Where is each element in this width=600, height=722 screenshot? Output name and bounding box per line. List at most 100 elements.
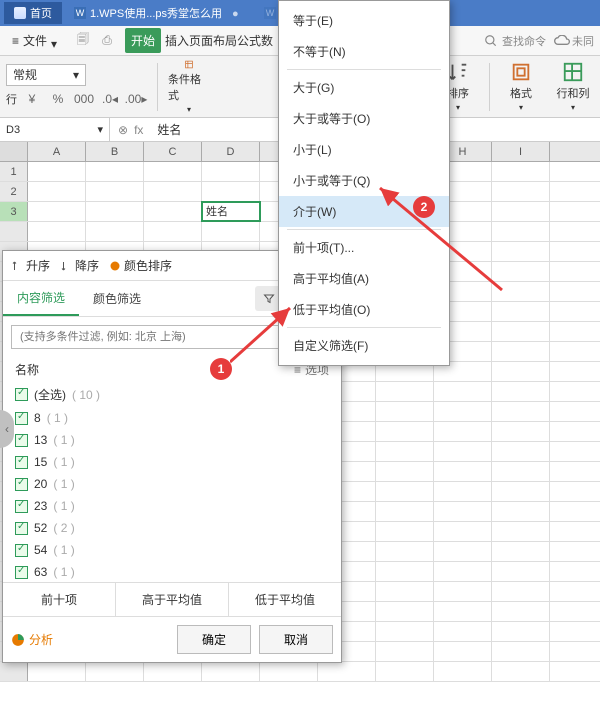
menu-item-greater-eq[interactable]: 大于或等于(O) (279, 103, 449, 134)
menu-item-equals[interactable]: 等于(E) (279, 5, 449, 36)
search-icon (484, 34, 498, 48)
filter-item-count: ( 1 ) (53, 543, 74, 557)
filter-item-count: ( 1 ) (53, 565, 74, 579)
save-icon[interactable]: 🗐 (73, 31, 93, 51)
filter-item[interactable]: 15 ( 1 ) (15, 451, 329, 473)
filter-item[interactable]: 13 ( 1 ) (15, 429, 329, 451)
annotation-arrow-2 (372, 180, 512, 300)
cancel-button[interactable]: 取消 (259, 625, 333, 654)
filter-item-label: 23 (34, 499, 47, 513)
checkbox-icon[interactable] (15, 500, 28, 513)
filter-item[interactable]: 52 ( 2 ) (15, 517, 329, 539)
tab-home[interactable]: 首页 (4, 2, 62, 24)
col-header[interactable]: A (28, 142, 86, 161)
select-all-corner[interactable] (0, 142, 28, 161)
checkbox-icon[interactable] (15, 544, 28, 557)
decrease-decimal-icon[interactable]: .0◂ (99, 88, 121, 110)
filter-item[interactable]: 23 ( 1 ) (15, 495, 329, 517)
filter-item-label: 54 (34, 543, 47, 557)
pie-icon (11, 633, 25, 647)
cloud-sync[interactable]: 未同 (554, 33, 594, 49)
checkbox-icon[interactable] (15, 388, 28, 401)
increase-decimal-icon[interactable]: .00▸ (125, 88, 147, 110)
comma-icon[interactable]: 000 (73, 88, 95, 110)
print-icon[interactable]: ⎙ (97, 31, 117, 51)
filter-item[interactable]: 54 ( 1 ) (15, 539, 329, 561)
filter-item-label: 63 (34, 565, 47, 579)
filter-item-label: 52 (34, 521, 47, 535)
cloud-icon (554, 35, 570, 47)
name-header: 名称 (15, 361, 39, 378)
active-cell[interactable]: 姓名 (202, 202, 260, 221)
menu-item-not-equals[interactable]: 不等于(N) (279, 36, 449, 67)
search-command[interactable]: 查找命令 (484, 33, 546, 49)
checkbox-icon[interactable] (15, 566, 28, 579)
filter-item-count: ( 10 ) (72, 388, 100, 402)
filter-item-count: ( 1 ) (53, 455, 74, 469)
stat-above-avg[interactable]: 高于平均值 (116, 583, 229, 616)
menu-item-greater[interactable]: 大于(G) (279, 72, 449, 103)
row-header[interactable]: 1 (0, 162, 28, 181)
filter-item[interactable]: (全选) ( 10 ) (15, 382, 329, 407)
analyze-button[interactable]: 分析 (11, 631, 53, 648)
chevron-down-icon: ▾ (187, 105, 191, 114)
tab-color-filter[interactable]: 颜色筛选 (79, 282, 155, 315)
annotation-arrow-1 (230, 302, 310, 372)
row-header[interactable]: 2 (0, 182, 28, 201)
cancel-fx-icon[interactable]: ⊗ (118, 123, 128, 137)
filter-item[interactable]: 20 ( 1 ) (15, 473, 329, 495)
filter-item[interactable]: 8 ( 1 ) (15, 407, 329, 429)
checkbox-icon[interactable] (15, 412, 28, 425)
close-icon[interactable]: ● (232, 8, 242, 18)
format-button[interactable]: 格式▾ (500, 60, 542, 114)
number-format-combo[interactable]: 常规▾ (6, 64, 86, 86)
sort-asc-button[interactable]: 升序 (11, 257, 50, 274)
sort-desc-button[interactable]: 降序 (60, 257, 99, 274)
col-header[interactable]: C (144, 142, 202, 161)
ok-button[interactable]: 确定 (177, 625, 251, 654)
chevron-down-icon: ▾ (51, 37, 59, 45)
chevron-down-icon: ▾ (73, 68, 79, 82)
conditional-format-button[interactable]: 条件格式▾ (168, 60, 210, 114)
color-sort-button[interactable]: 颜色排序 (109, 257, 172, 274)
filter-item-count: ( 1 ) (53, 433, 74, 447)
rowcol-button[interactable]: 行和列▾ (552, 60, 594, 114)
row-header[interactable]: 3 (0, 202, 28, 221)
stat-below-avg[interactable]: 低于平均值 (229, 583, 341, 616)
menu-item-less[interactable]: 小于(L) (279, 134, 449, 165)
rowcol-icon (562, 61, 584, 83)
col-header[interactable]: I (492, 142, 550, 161)
tab-content-filter[interactable]: 内容筛选 (3, 281, 79, 316)
filter-item-label: 20 (34, 477, 47, 491)
format-icon (510, 61, 532, 83)
word-icon: W (74, 7, 86, 19)
filter-item-label: 13 (34, 433, 47, 447)
sort-icon (447, 61, 469, 83)
sort-asc-icon (11, 260, 23, 272)
checkbox-icon[interactable] (15, 456, 28, 469)
filter-item[interactable]: 63 ( 1 ) (15, 561, 329, 582)
filter-item-count: ( 1 ) (53, 499, 74, 513)
filter-item-label: (全选) (34, 386, 66, 403)
annotation-badge-2: 2 (413, 196, 435, 218)
filter-item-label: 15 (34, 455, 47, 469)
stat-top10[interactable]: 前十项 (3, 583, 116, 616)
annotation-badge-1: 1 (210, 358, 232, 380)
percent-icon[interactable]: % (47, 88, 69, 110)
checkbox-icon[interactable] (15, 522, 28, 535)
name-box[interactable]: D3▾ (0, 118, 110, 141)
ribbon-tabs-rest[interactable]: 插入页面布局公式数 (163, 28, 275, 53)
fx-icon[interactable]: fx (134, 123, 143, 137)
checkbox-icon[interactable] (15, 434, 28, 447)
col-header[interactable]: B (86, 142, 144, 161)
file-menu-button[interactable]: ≡ 文件 ▾ (6, 30, 65, 51)
palette-icon (109, 260, 121, 272)
filter-item-list: (全选) ( 10 )8 ( 1 )13 ( 1 )15 ( 1 )20 ( 1… (3, 382, 341, 582)
tab-doc-1[interactable]: W1.WPS使用...ps秀堂怎么用● (64, 2, 252, 24)
chevron-down-icon: ▾ (97, 123, 103, 136)
home-icon (14, 7, 26, 19)
ribbon-tab-start[interactable]: 开始 (125, 28, 161, 53)
currency-icon[interactable]: ¥ (21, 88, 43, 110)
checkbox-icon[interactable] (15, 478, 28, 491)
col-header[interactable]: D (202, 142, 260, 161)
